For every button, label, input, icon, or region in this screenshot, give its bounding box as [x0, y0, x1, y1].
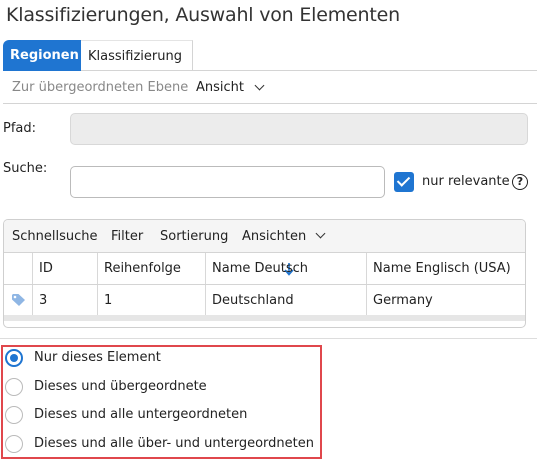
- radio-unchecked[interactable]: [5, 378, 23, 396]
- navigation-toolbar: Zur übergeordneten Ebene Ansicht: [3, 72, 537, 104]
- help-icon[interactable]: ?: [512, 174, 528, 190]
- tab-bar: Regionen Klassifizierung: [3, 40, 537, 71]
- view-menu-label: Ansicht: [196, 80, 245, 95]
- views-menu-button[interactable]: Ansichten: [242, 229, 306, 244]
- grid-toolbar: Schnellsuche Filter Sortierung Ansichten: [4, 220, 525, 253]
- relevant-checkbox[interactable]: [394, 172, 414, 192]
- path-label: Pfad:: [3, 121, 37, 136]
- divider: [0, 338, 537, 339]
- cell-id: 3: [32, 285, 97, 315]
- radio-unchecked[interactable]: [5, 435, 23, 453]
- cell-name-en: Germany: [366, 285, 525, 315]
- column-header-name-en[interactable]: Name Englisch (USA): [366, 253, 525, 284]
- table-row[interactable]: 3 1 Deutschland Germany: [4, 285, 525, 315]
- column-header-order[interactable]: Reihenfolge: [97, 253, 294, 284]
- column-header-order-label: Reihenfolge: [104, 261, 181, 276]
- radio-unchecked[interactable]: [5, 406, 23, 424]
- path-field: [70, 113, 528, 145]
- column-header-name-de[interactable]: Name Deutsch: [205, 253, 366, 284]
- filter-button[interactable]: Filter: [111, 229, 143, 244]
- elements-grid: Schnellsuche Filter Sortierung Ansichten…: [3, 219, 526, 328]
- tab-klassifizierung[interactable]: Klassifizierung: [81, 40, 193, 71]
- horizontal-scrollbar[interactable]: [4, 315, 525, 321]
- chevron-down-icon: [315, 228, 326, 239]
- column-header-id[interactable]: ID: [32, 253, 97, 284]
- go-up-button[interactable]: Zur übergeordneten Ebene: [12, 80, 188, 95]
- option-label: Dieses und alle über- und untergeordnete…: [34, 436, 315, 451]
- check-icon: [396, 173, 411, 187]
- option-label: Dieses und übergeordnete: [34, 379, 207, 394]
- grid-header: ID Reihenfolge Name Deutsch Name Englisc…: [4, 253, 525, 285]
- row-marker-column: [4, 253, 32, 284]
- option-label: Nur dieses Element: [34, 350, 161, 365]
- sort-button[interactable]: Sortierung: [160, 229, 228, 244]
- row-icon-cell: [4, 285, 32, 315]
- search-input[interactable]: [70, 166, 385, 198]
- search-label: Suche:: [3, 161, 48, 176]
- tab-regionen[interactable]: Regionen: [3, 40, 81, 71]
- selection-scope-radio-group: Nur dieses Element Dieses und übergeordn…: [1, 345, 322, 459]
- chevron-down-icon: [254, 80, 265, 91]
- option-label: Dieses und alle untergeordneten: [34, 407, 248, 422]
- cell-name-de: Deutschland: [205, 285, 366, 315]
- radio-checked[interactable]: [5, 349, 23, 367]
- window-title: Klassifizierungen, Auswahl von Elementen: [6, 4, 400, 26]
- tag-icon: [12, 294, 25, 306]
- quick-search-button[interactable]: Schnellsuche: [12, 229, 98, 244]
- cell-order: 1: [97, 285, 205, 315]
- relevant-label: nur relevante: [422, 174, 510, 189]
- view-menu-button[interactable]: Ansicht: [196, 80, 244, 95]
